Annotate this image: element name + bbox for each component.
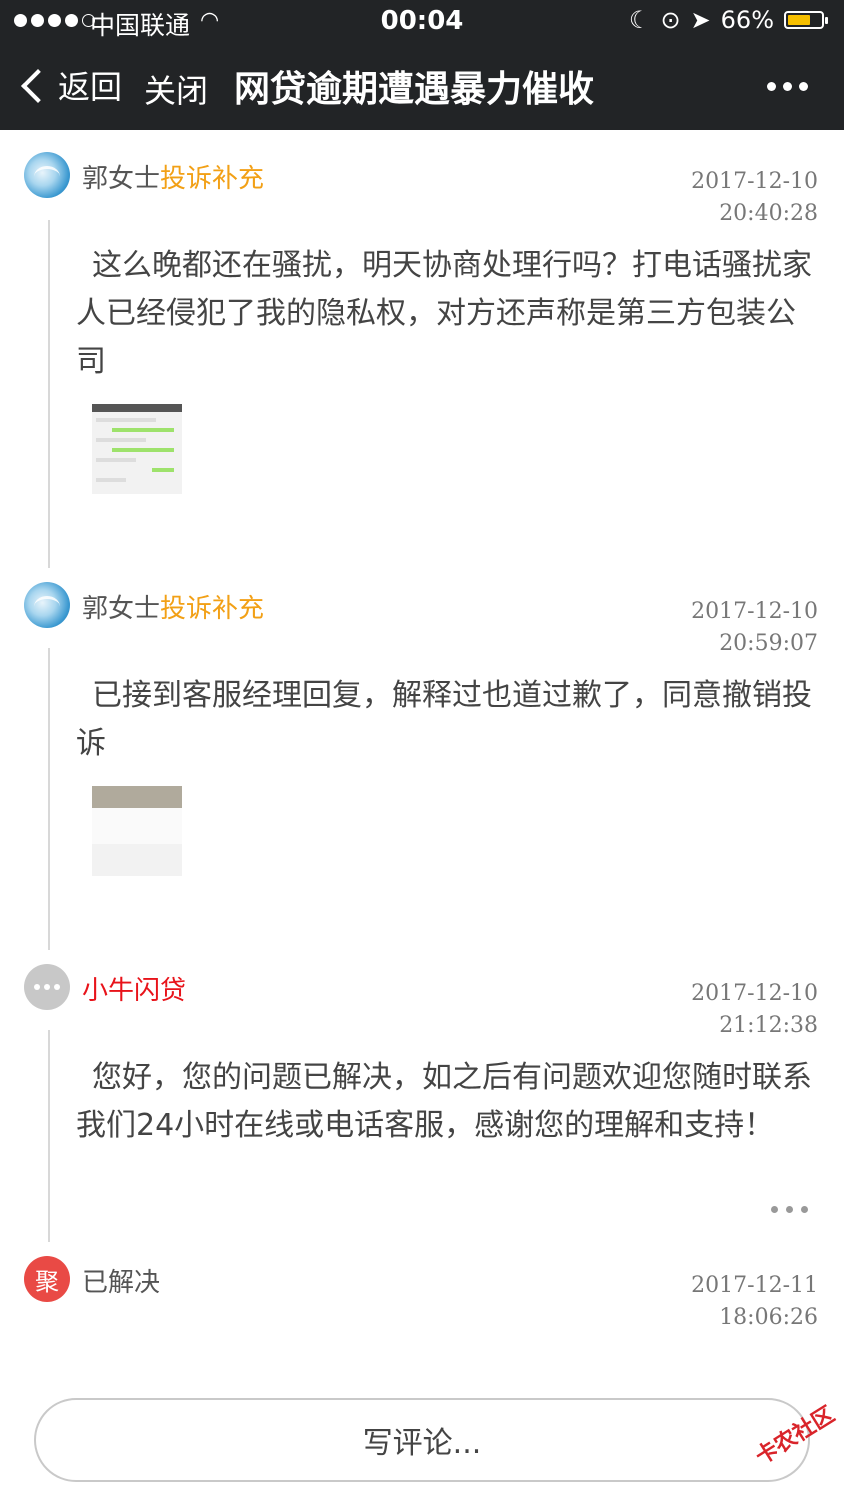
author-name: 郭女士	[82, 164, 161, 194]
status-resolved: 已解决	[82, 1268, 161, 1298]
entry-time: 20:59:07	[719, 631, 818, 656]
more-icon[interactable]	[771, 1206, 808, 1213]
entry-timestamp: 2017-12-10 21:12:38	[691, 978, 818, 1042]
write-comment-input[interactable]: 写评论...	[34, 1398, 810, 1482]
entry-message: 已接到客服经理回复，解释过也道过歉了，同意撤销投诉	[76, 678, 812, 761]
entry-message: 这么晚都还在骚扰，明天协商处理行吗？打电话骚扰家人已经侵犯了我的隐私权，对方还声…	[76, 248, 812, 379]
rotation-lock-icon: ⊙	[660, 6, 681, 34]
entry-date: 2017-12-11	[691, 1273, 818, 1298]
battery-percent: 66%	[720, 6, 774, 34]
entry-message: 您好，您的问题已解决，如之后有问题欢迎您随时联系我们24小时在线或电话客服，感谢…	[76, 1060, 812, 1143]
more-options-icon[interactable]	[767, 82, 808, 91]
avatar	[24, 582, 70, 628]
entry-author: 郭女士投诉补充	[82, 158, 264, 195]
entry-author: 郭女士投诉补充	[82, 588, 264, 625]
timeline-line	[48, 1030, 50, 1242]
entry-date: 2017-12-10	[691, 981, 818, 1006]
battery-icon	[784, 11, 828, 29]
author-name: 郭女士	[82, 594, 161, 624]
close-button[interactable]: 关闭	[144, 66, 208, 112]
entry-time: 18:06:26	[719, 1305, 818, 1330]
entry-time: 20:40:28	[719, 201, 818, 226]
company-avatar	[24, 964, 70, 1010]
entry-tag: 投诉补充	[160, 594, 265, 624]
timeline-line	[48, 220, 50, 568]
entry-date: 2017-12-10	[691, 599, 818, 624]
top-bar: 中国联通 ◠ 00:04 ☾ ⊙ ➤ 66% 返回 关闭 网贷逾期遭遇暴力催收	[0, 0, 844, 130]
page-title: 网贷逾期遭遇暴力催收	[234, 69, 595, 110]
entry-timestamp: 2017-12-10 20:40:28	[691, 166, 818, 230]
moon-icon: ☾	[628, 6, 651, 34]
entry-timestamp: 2017-12-10 20:59:07	[691, 596, 818, 660]
status-bar: 中国联通 ◠ 00:04 ☾ ⊙ ➤ 66%	[0, 0, 844, 44]
resolved-avatar: 聚	[24, 1256, 70, 1302]
entry-date: 2017-12-10	[691, 169, 818, 194]
attachment-thumbnail[interactable]	[92, 786, 182, 876]
entry-timestamp: 2017-12-11 18:06:26	[691, 1270, 818, 1334]
entry-tag: 投诉补充	[160, 164, 265, 194]
company-name: 小牛闪贷	[82, 976, 187, 1006]
back-label: 返回	[58, 68, 123, 106]
attachment-thumbnail[interactable]	[92, 404, 182, 494]
timeline-line	[48, 648, 50, 950]
location-icon: ➤	[690, 6, 711, 34]
nav-bar: 返回 关闭 网贷逾期遭遇暴力催收	[0, 44, 844, 130]
back-button[interactable]: 返回	[21, 62, 123, 108]
entry-time: 21:12:38	[719, 1013, 818, 1038]
chevron-left-icon	[21, 69, 55, 103]
avatar	[24, 152, 70, 198]
